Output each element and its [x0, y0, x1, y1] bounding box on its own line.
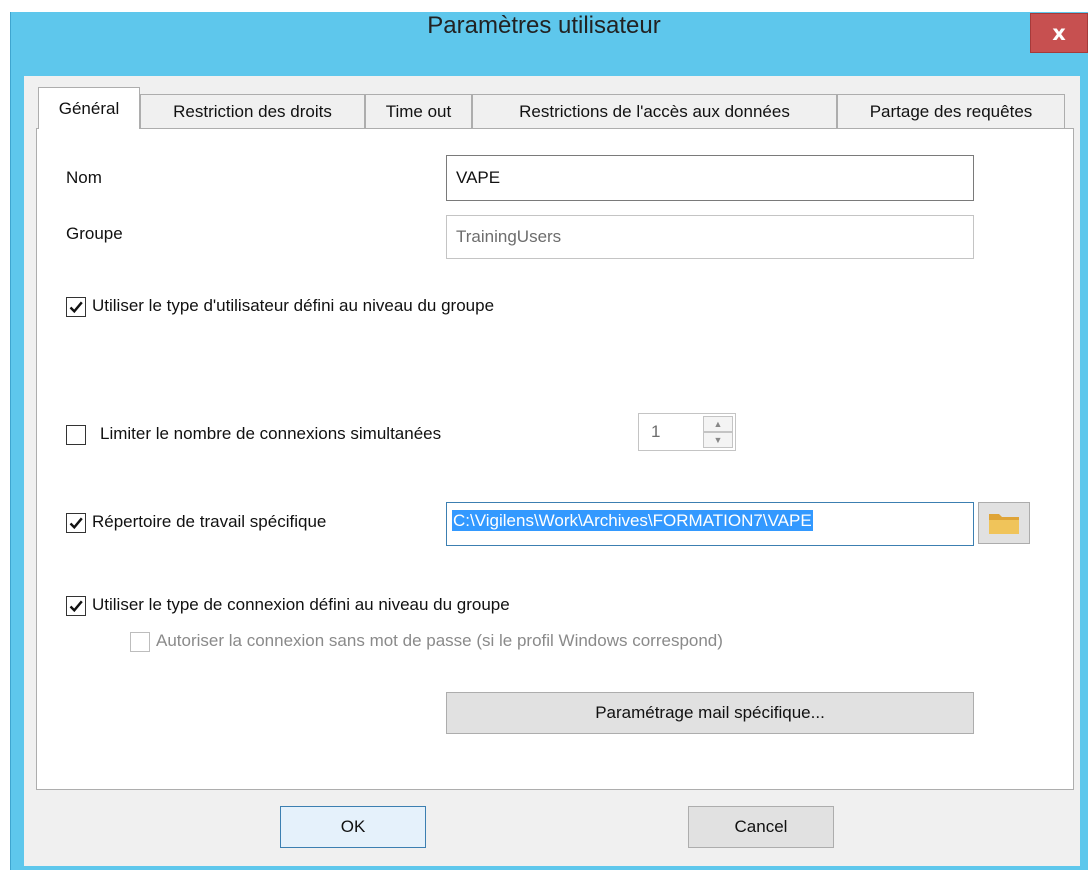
use-group-connection-type-checkbox[interactable]	[66, 596, 86, 616]
spinner-down-button[interactable]: ▼	[703, 432, 733, 448]
folder-icon	[989, 514, 1019, 534]
allow-passwordless-label: Autoriser la connexion sans mot de passe…	[156, 631, 723, 650]
checkmark-icon	[69, 600, 83, 613]
connections-spinner[interactable]: 1 ▲ ▼	[638, 413, 736, 451]
checkmark-icon	[69, 517, 83, 530]
use-group-connection-type-label[interactable]: Utiliser le type de connexion défini au …	[92, 595, 510, 615]
work-directory-checkbox[interactable]	[66, 513, 86, 533]
name-label: Nom	[66, 168, 102, 187]
work-directory-path-field[interactable]: C:\Vigilens\Work\Archives\FORMATION7\VAP…	[446, 502, 974, 546]
limit-connections-checkbox[interactable]	[66, 425, 86, 445]
connections-spinner-value: 1	[651, 422, 661, 441]
arrow-up-icon: ▲	[713, 419, 723, 429]
use-group-user-type-label[interactable]: Utiliser le type d'utilisateur défini au…	[92, 296, 494, 316]
use-group-user-type-checkbox[interactable]	[66, 297, 86, 317]
spinner-up-button[interactable]: ▲	[703, 416, 733, 432]
allow-passwordless-checkbox	[130, 632, 150, 652]
arrow-down-icon: ▼	[713, 435, 723, 445]
limit-connections-label[interactable]: Limiter le nombre de connexions simultan…	[100, 424, 441, 444]
group-field: TrainingUsers	[446, 215, 974, 259]
work-directory-path-text: C:\Vigilens\Work\Archives\FORMATION7\VAP…	[452, 510, 813, 531]
work-directory-label[interactable]: Répertoire de travail spécifique	[92, 512, 326, 532]
browse-folder-button[interactable]	[978, 502, 1030, 544]
name-field[interactable]: VAPE	[446, 155, 974, 201]
checkmark-icon	[69, 301, 83, 314]
cancel-button[interactable]: Cancel	[688, 806, 834, 848]
group-label: Groupe	[66, 224, 123, 243]
mail-settings-button[interactable]: Paramétrage mail spécifique...	[446, 692, 974, 734]
ok-button[interactable]: OK	[280, 806, 426, 848]
